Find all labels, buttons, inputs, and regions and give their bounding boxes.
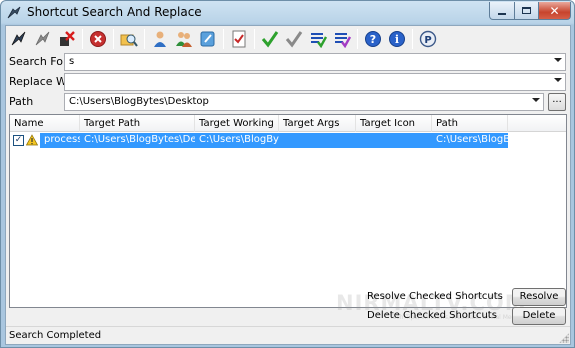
donate-button[interactable]: P	[417, 28, 439, 50]
maximize-button[interactable]	[514, 2, 539, 20]
toolbar: ? i P	[6, 26, 570, 52]
column-header-path[interactable]: Path	[432, 115, 508, 132]
minimize-icon	[498, 12, 506, 15]
close-button[interactable]: ✕	[538, 2, 571, 20]
window-title: Shortcut Search And Replace	[27, 5, 202, 19]
chevron-down-icon[interactable]	[554, 78, 562, 82]
cell-target-path: C:\Users\BlogBytes\Deskt...	[80, 133, 195, 148]
svg-text:P: P	[424, 35, 431, 46]
search-button[interactable]	[8, 28, 30, 50]
resolve-label: Resolve Checked Shortcuts	[367, 291, 503, 302]
check-none-button[interactable]	[283, 28, 305, 50]
check-gray-icon	[285, 31, 303, 48]
title-bar[interactable]: Shortcut Search And Replace ✕	[1, 1, 574, 25]
select-lines-icon	[311, 33, 327, 48]
cancel-button[interactable]	[87, 28, 109, 50]
check-all-button[interactable]	[259, 28, 281, 50]
warning-icon	[26, 134, 38, 146]
maximize-icon	[522, 7, 531, 14]
close-icon: ✕	[549, 3, 560, 18]
column-header-target-args[interactable]: Target Args	[279, 115, 356, 132]
delete-label: Delete Checked Shortcuts	[367, 310, 497, 321]
minimize-button[interactable]	[489, 2, 515, 20]
edit-shortcut-button[interactable]	[197, 28, 219, 50]
cancel-icon	[90, 31, 106, 47]
column-header-target-path[interactable]: Target Path	[80, 115, 195, 132]
checklist-button[interactable]	[228, 28, 250, 50]
select-lines-button[interactable]	[307, 28, 329, 50]
toolbar-separator	[144, 29, 145, 49]
user-button[interactable]	[149, 28, 171, 50]
column-header-name[interactable]: Name	[10, 115, 80, 132]
search-gray-icon	[35, 31, 50, 46]
cell-working-dir: C:\Users\BlogByt...	[195, 133, 279, 148]
search-label: Search For	[9, 55, 68, 68]
toolbar-separator	[82, 29, 83, 49]
help-icon: ?	[365, 31, 381, 47]
client-area: ? i P Search For s Replace With Path C:\…	[5, 25, 571, 345]
list-header: Name Target Path Target Working Dir Targ…	[10, 115, 566, 132]
search-value: s	[69, 56, 75, 67]
resolve-button[interactable]: Resolve	[512, 288, 566, 306]
help-button[interactable]: ?	[362, 28, 384, 50]
info-icon: i	[389, 31, 405, 47]
cell-name: process...	[40, 133, 80, 148]
resize-grip-icon[interactable]	[559, 333, 569, 343]
shortcut-list[interactable]: Name Target Path Target Working Dir Targ…	[9, 114, 567, 308]
search-disabled-button[interactable]	[32, 28, 54, 50]
status-text: Search Completed	[9, 330, 102, 341]
chevron-down-icon[interactable]	[532, 98, 540, 102]
status-bar: Search Completed	[6, 326, 570, 344]
app-icon	[7, 6, 22, 20]
row-checkbox[interactable]: ✓	[13, 135, 24, 146]
user-icon	[154, 31, 166, 47]
users-icon	[176, 32, 192, 47]
delete-shortcut-button[interactable]	[56, 28, 78, 50]
find-folder-icon	[120, 34, 138, 47]
chevron-down-icon[interactable]	[554, 58, 562, 62]
cell-target-args	[279, 133, 356, 148]
paypal-icon: P	[419, 30, 437, 48]
delete-button[interactable]: Delete	[512, 307, 566, 325]
cell-target-icon	[356, 133, 432, 148]
check-green-icon	[261, 31, 279, 48]
find-folder-button[interactable]	[118, 28, 140, 50]
search-input[interactable]: s	[64, 53, 566, 71]
info-button[interactable]: i	[386, 28, 408, 50]
path-value: C:\Users\BlogBytes\Desktop	[69, 96, 209, 107]
delete-shortcut-icon	[60, 31, 75, 46]
checklist-icon	[232, 30, 246, 48]
column-header-target-icon[interactable]: Target Icon	[356, 115, 432, 132]
users-button[interactable]	[173, 28, 195, 50]
cell-path: C:\Users\BlogB...	[432, 133, 508, 148]
toolbar-separator	[254, 29, 255, 49]
replace-input[interactable]	[64, 73, 566, 91]
toolbar-separator	[113, 29, 114, 49]
app-window: Shortcut Search And Replace ✕ ? i P Sear…	[0, 0, 575, 348]
browse-button[interactable]: ...	[548, 93, 566, 111]
table-row[interactable]: ✓ process... C:\Users\BlogBytes\Deskt...…	[10, 133, 508, 148]
replace-row: Replace With	[6, 72, 570, 92]
deselect-lines-icon	[335, 33, 351, 48]
path-label: Path	[9, 95, 34, 108]
column-header-working-dir[interactable]: Target Working Dir	[195, 115, 279, 132]
deselect-lines-button[interactable]	[331, 28, 353, 50]
svg-text:?: ?	[370, 33, 376, 46]
toolbar-separator	[223, 29, 224, 49]
path-input[interactable]: C:\Users\BlogBytes\Desktop	[64, 93, 544, 111]
path-row: Path C:\Users\BlogBytes\Desktop ...	[6, 92, 570, 112]
edit-shortcut-icon	[200, 31, 215, 47]
toolbar-separator	[357, 29, 358, 49]
toolbar-separator	[412, 29, 413, 49]
search-row: Search For s	[6, 52, 570, 72]
search-forward-icon	[11, 31, 26, 46]
svg-text:i: i	[395, 33, 399, 46]
